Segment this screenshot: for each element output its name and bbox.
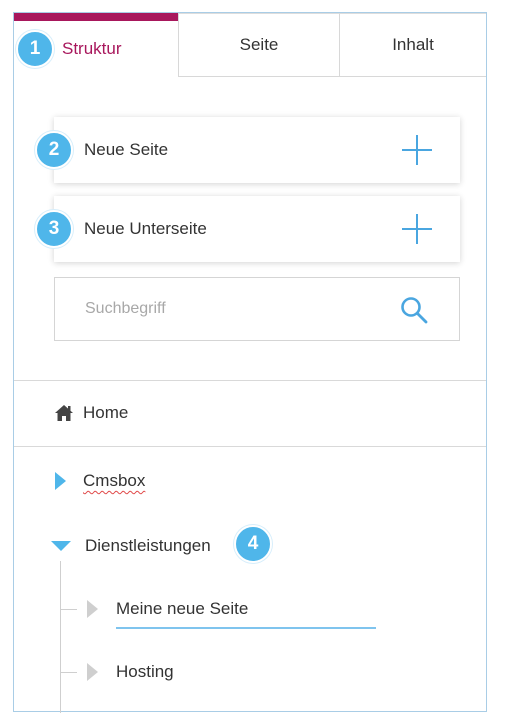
tree-connector — [61, 609, 77, 610]
tree-item-label: Hosting — [116, 662, 174, 681]
plus-icon — [402, 214, 432, 244]
step-badge-1: 1 — [16, 30, 54, 68]
caret-right-icon[interactable] — [87, 600, 98, 618]
tree-connector — [60, 561, 61, 713]
search-input[interactable] — [55, 278, 385, 340]
tab-bar: Struktur Seite Inhalt — [14, 13, 488, 79]
page-name-input[interactable] — [116, 591, 376, 629]
step-badge-2: 2 — [35, 131, 73, 169]
step-badge-4: 4 — [234, 525, 272, 563]
tree-item-home[interactable]: Home — [54, 401, 128, 425]
caret-right-icon[interactable] — [87, 663, 98, 681]
tab-inhalt[interactable]: Inhalt — [339, 13, 486, 77]
tree-item-label: Cmsbox — [83, 471, 146, 490]
caret-down-icon[interactable] — [51, 541, 71, 551]
tree-item-label: Dienstleistungen — [85, 536, 211, 555]
new-page-label: Neue Seite — [84, 140, 169, 159]
step-badge-3: 3 — [35, 210, 73, 248]
tree-connector — [61, 672, 77, 673]
tree-item-cmsbox[interactable]: Cmsbox — [55, 468, 145, 494]
divider — [14, 380, 486, 381]
new-subpage-label: Neue Unterseite — [84, 219, 207, 238]
tree-item-dienstleistungen[interactable]: Dienstleistungen — [51, 532, 211, 560]
plus-icon — [402, 135, 432, 165]
tab-seite-label: Seite — [239, 35, 279, 54]
tree-home-label: Home — [83, 403, 129, 422]
tab-struktur-label: Struktur — [62, 39, 122, 58]
tab-seite[interactable]: Seite — [178, 13, 339, 77]
search-icon[interactable] — [399, 295, 429, 325]
search-box — [54, 277, 460, 341]
new-page-button[interactable]: Neue Seite — [54, 117, 460, 183]
divider — [14, 446, 486, 447]
tab-inhalt-label: Inhalt — [392, 35, 434, 54]
structure-panel: Struktur Seite Inhalt 1 Neue Seite 2 Neu… — [13, 12, 488, 713]
tree-item-hosting[interactable]: Hosting — [116, 660, 174, 684]
caret-right-icon[interactable] — [55, 472, 66, 490]
new-subpage-button[interactable]: Neue Unterseite — [54, 196, 460, 262]
home-icon — [55, 405, 73, 421]
